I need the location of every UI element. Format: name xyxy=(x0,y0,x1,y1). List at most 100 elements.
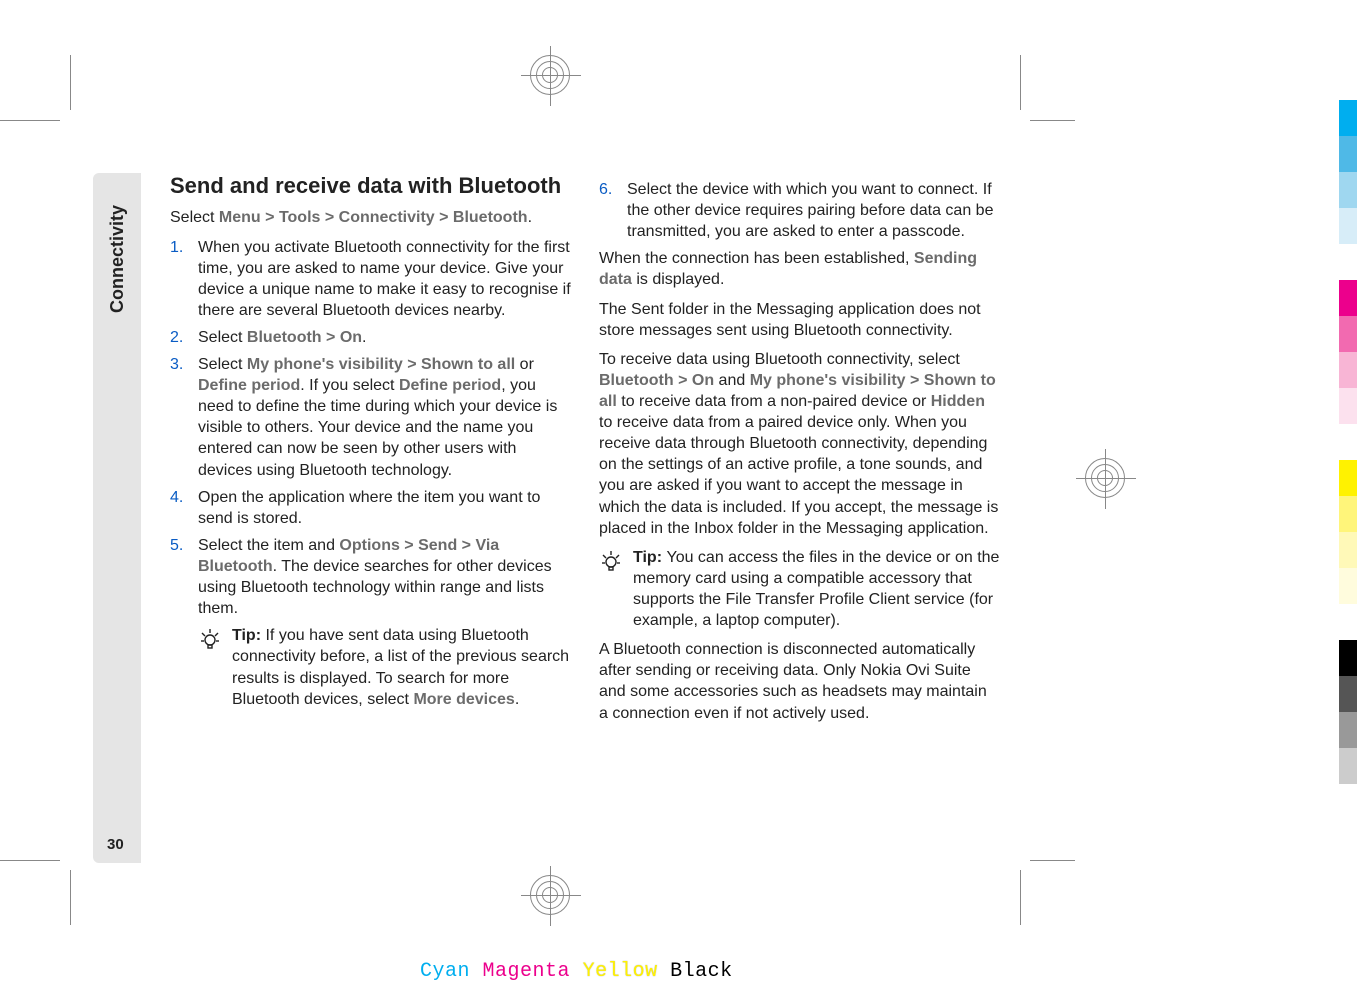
crop-mark-bottom-icon xyxy=(530,875,574,919)
text: When the connection has been established… xyxy=(599,250,914,267)
text: > xyxy=(261,209,279,226)
step-1: 1. When you activate Bluetooth connectivi… xyxy=(170,237,571,321)
section-tab: Connectivity 30 xyxy=(93,173,141,863)
color-swatch xyxy=(1339,712,1357,748)
text: > xyxy=(906,372,924,389)
color-swatch xyxy=(1339,100,1357,136)
menu-label: Send xyxy=(418,537,457,554)
tip-text: Tip: If you have sent data using Bluetoo… xyxy=(232,625,571,709)
tip-block-1: Tip: If you have sent data using Bluetoo… xyxy=(198,625,571,709)
color-swatch xyxy=(1339,532,1357,568)
cyan-label: Cyan xyxy=(420,960,470,983)
section-heading: Send and receive data with Bluetooth xyxy=(170,173,571,199)
menu-label: Options xyxy=(339,537,399,554)
color-swatch xyxy=(1339,208,1357,244)
menu-label: On xyxy=(692,372,714,389)
text: . xyxy=(528,209,532,226)
step-number: 4. xyxy=(170,487,183,508)
column-left: Send and receive data with Bluetooth Sel… xyxy=(170,173,571,732)
step-4: 4. Open the application where the item yo… xyxy=(170,487,571,529)
text: . xyxy=(362,329,366,346)
step-text: When you activate Bluetooth connectivity… xyxy=(198,239,571,319)
content-columns: Send and receive data with Bluetooth Sel… xyxy=(170,173,1000,732)
tip-text: Tip: You can access the files in the dev… xyxy=(633,547,1000,631)
menu-label: Tools xyxy=(279,209,320,226)
text: You can access the files in the device o… xyxy=(633,549,999,629)
menu-label: Connectivity xyxy=(339,209,435,226)
color-swatch xyxy=(1339,784,1357,820)
menu-label: My phone's visibility xyxy=(247,356,403,373)
color-swatch xyxy=(1339,172,1357,208)
step-2: 2. Select Bluetooth > On. xyxy=(170,327,571,348)
text: Select the item and xyxy=(198,537,339,554)
step-text: Select the device with which you want to… xyxy=(627,181,993,240)
color-swatch xyxy=(1339,496,1357,532)
manual-page: Connectivity 30 Send and receive data wi… xyxy=(0,55,1075,865)
menu-label: More devices xyxy=(413,691,514,708)
cmyk-footer: Cyan Cyan Magenta Yellow Black xyxy=(420,960,733,983)
color-swatch xyxy=(1339,136,1357,172)
text: > xyxy=(435,209,453,226)
text: To receive data using Bluetooth connecti… xyxy=(599,351,960,368)
menu-label: Menu xyxy=(219,209,261,226)
text: is displayed. xyxy=(632,271,725,288)
text: and xyxy=(714,372,750,389)
text: to receive data from a non-paired device… xyxy=(617,393,931,410)
page-number: 30 xyxy=(107,836,124,853)
menu-label: Bluetooth xyxy=(247,329,322,346)
section-label: Connectivity xyxy=(107,205,128,313)
menu-label: Shown to all xyxy=(421,356,515,373)
text: . xyxy=(515,691,519,708)
text: > xyxy=(322,329,340,346)
lightbulb-icon xyxy=(599,549,623,573)
step-number: 1. xyxy=(170,237,183,258)
magenta-label: Magenta xyxy=(483,960,571,983)
color-swatch xyxy=(1339,352,1357,388)
tip-label: Tip: xyxy=(232,627,265,644)
menu-label: Bluetooth xyxy=(599,372,674,389)
text: > xyxy=(457,537,475,554)
menu-label: Define period xyxy=(198,377,300,394)
yellow-label: Yellow xyxy=(583,960,658,983)
menu-label: Hidden xyxy=(931,393,985,410)
text: to receive data from a paired device onl… xyxy=(599,414,998,537)
text: Select xyxy=(198,329,247,346)
paragraph: When the connection has been established… xyxy=(599,248,1000,290)
text: > xyxy=(400,537,418,554)
crop-mark-top-icon xyxy=(530,55,574,99)
paragraph: To receive data using Bluetooth connecti… xyxy=(599,349,1000,539)
step-5: 5. Select the item and Options > Send > … xyxy=(170,535,571,619)
menu-label: Define period xyxy=(399,377,501,394)
color-swatch xyxy=(1339,568,1357,604)
black-label: Black xyxy=(670,960,733,983)
lightbulb-icon xyxy=(198,627,222,651)
step-6: 6. Select the device with which you want … xyxy=(599,179,1000,242)
select-path: Select Menu > Tools > Connectivity > Blu… xyxy=(170,207,571,228)
text: > xyxy=(320,209,338,226)
step-number: 2. xyxy=(170,327,183,348)
text: Select xyxy=(198,356,247,373)
color-swatch xyxy=(1339,676,1357,712)
step-number: 6. xyxy=(599,179,612,200)
menu-label: On xyxy=(340,329,362,346)
color-swatch xyxy=(1339,640,1357,676)
step-number: 5. xyxy=(170,535,183,556)
color-swatch xyxy=(1339,748,1357,784)
text: . If you select xyxy=(300,377,399,394)
paragraph: The Sent folder in the Messaging applica… xyxy=(599,299,1000,341)
color-swatch xyxy=(1339,424,1357,460)
print-color-bars xyxy=(1339,100,1357,820)
text: > xyxy=(403,356,421,373)
menu-label: Bluetooth xyxy=(453,209,528,226)
color-swatch xyxy=(1339,388,1357,424)
color-swatch xyxy=(1339,604,1357,640)
step-number: 3. xyxy=(170,354,183,375)
tip-block-2: Tip: You can access the files in the dev… xyxy=(599,547,1000,631)
step-text: Open the application where the item you … xyxy=(198,489,540,527)
steps-list-cont: 6. Select the device with which you want … xyxy=(599,179,1000,242)
column-right: 6. Select the device with which you want … xyxy=(599,173,1000,732)
text: Select xyxy=(170,209,219,226)
menu-label: My phone's visibility xyxy=(750,372,906,389)
tip-label: Tip: xyxy=(633,549,666,566)
color-swatch xyxy=(1339,280,1357,316)
